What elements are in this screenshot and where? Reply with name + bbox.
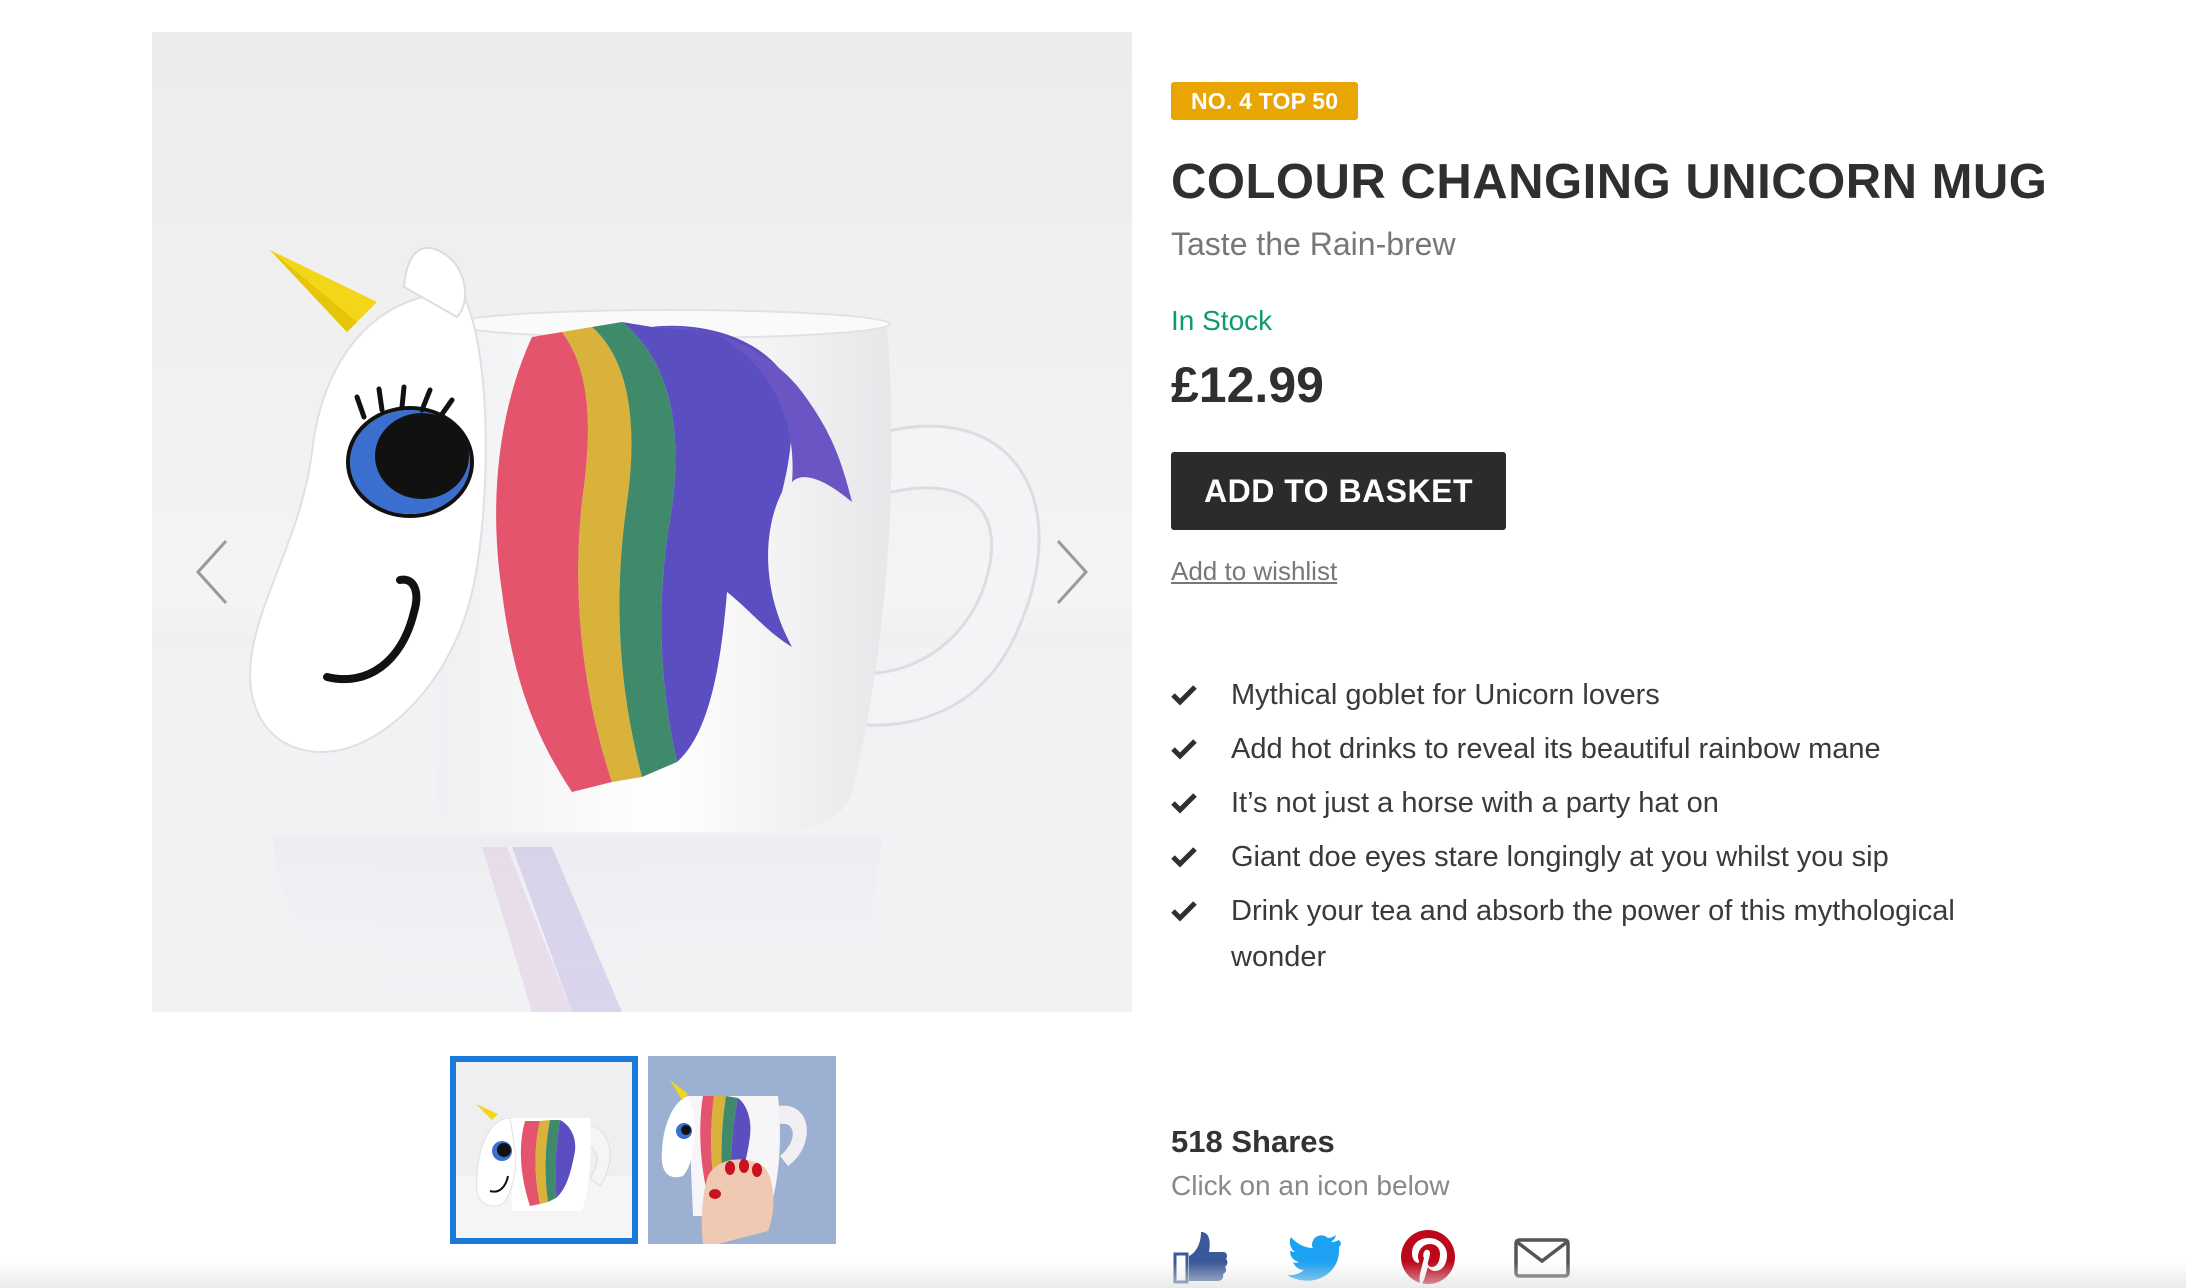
product-title: COLOUR CHANGING UNICORN MUG [1171, 155, 2048, 209]
thumbnail-2[interactable] [648, 1056, 836, 1244]
chevron-right-icon [1056, 539, 1089, 605]
product-subtitle: Taste the Rain-brew [1171, 226, 1456, 262]
feature-item: Mythical goblet for Unicorn lovers [1171, 672, 2031, 718]
feature-text: Drink your tea and absorb the power of t… [1231, 895, 1955, 973]
stock-status: In Stock [1171, 305, 1273, 336]
feature-text: Mythical goblet for Unicorn lovers [1231, 679, 1660, 711]
chevron-left-icon [195, 539, 228, 605]
page-bottom-fade [0, 1262, 2186, 1288]
add-to-wishlist-link[interactable]: Add to wishlist [1171, 556, 1337, 587]
feature-item: Giant doe eyes stare longingly at you wh… [1171, 834, 2031, 880]
thumbnail-mug-image [450, 1056, 638, 1244]
feature-item: It’s not just a horse with a party hat o… [1171, 780, 2031, 826]
share-count: 518 Shares [1171, 1124, 1335, 1159]
thumbnail-strip [450, 1056, 836, 1244]
feature-text: Giant doe eyes stare longingly at you wh… [1231, 841, 1889, 873]
next-image-button[interactable] [1042, 532, 1102, 612]
twitter-icon[interactable] [1285, 1228, 1343, 1286]
thumbnail-hand-holding-mug-image [648, 1056, 836, 1244]
product-price: £12.99 [1171, 357, 1324, 413]
checkmark-icon [1171, 847, 1197, 868]
social-share-bar [1171, 1228, 1571, 1286]
product-main-image[interactable] [152, 32, 1132, 1012]
share-hint: Click on an icon below [1171, 1170, 1450, 1201]
checkmark-icon [1171, 685, 1197, 706]
unicorn-mug-illustration [152, 247, 1132, 1012]
facebook-like-icon[interactable] [1171, 1228, 1229, 1286]
checkmark-icon [1171, 793, 1197, 814]
top-50-badge: NO. 4 TOP 50 [1171, 82, 1359, 120]
checkmark-icon [1171, 901, 1197, 922]
feature-text: Add hot drinks to reveal its beautiful r… [1231, 733, 1881, 765]
feature-text: It’s not just a horse with a party hat o… [1231, 787, 1719, 819]
prev-image-button[interactable] [182, 532, 242, 612]
add-to-basket-button[interactable]: ADD TO BASKET [1171, 452, 1506, 530]
feature-item: Drink your tea and absorb the power of t… [1171, 888, 2031, 980]
feature-item: Add hot drinks to reveal its beautiful r… [1171, 726, 2031, 772]
pinterest-icon[interactable] [1399, 1228, 1457, 1286]
checkmark-icon [1171, 739, 1197, 760]
thumbnail-1[interactable] [450, 1056, 638, 1244]
feature-list: Mythical goblet for Unicorn lovers Add h… [1171, 672, 2031, 988]
email-icon[interactable] [1513, 1228, 1571, 1286]
